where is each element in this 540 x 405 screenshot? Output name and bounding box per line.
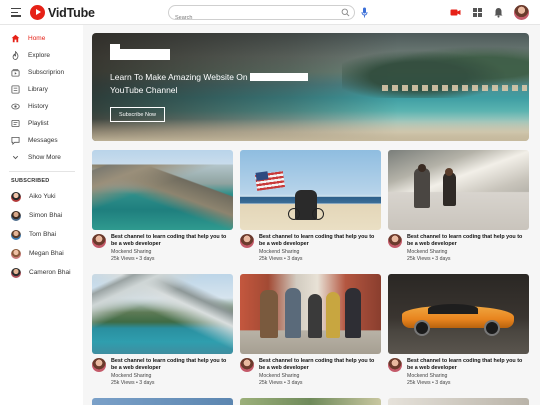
avatar bbox=[11, 268, 21, 278]
channel-name[interactable]: Mockend Sharing bbox=[111, 249, 151, 255]
video-thumbnail[interactable] bbox=[240, 274, 381, 354]
subscription-item[interactable]: Cameron Bhai bbox=[0, 266, 83, 280]
video-thumbnail[interactable] bbox=[388, 150, 529, 230]
video-thumbnail[interactable] bbox=[240, 398, 381, 405]
subscription-item[interactable]: Simon Bhai bbox=[0, 209, 83, 223]
subscription-item[interactable]: Tom Bhai bbox=[0, 228, 83, 242]
channel-name[interactable]: Mockend Sharing bbox=[259, 373, 299, 379]
video-meta: 25k Views • 3 days bbox=[259, 256, 303, 262]
subscribe-button[interactable]: Subscribe Now bbox=[110, 107, 165, 122]
avatar bbox=[11, 192, 21, 202]
explore-icon bbox=[12, 50, 19, 60]
sidebar-item-show-more[interactable]: Show More bbox=[0, 149, 83, 165]
subscriptions-icon bbox=[11, 68, 20, 77]
search-icon[interactable] bbox=[341, 8, 350, 17]
sidebar-item-messages[interactable]: Messages bbox=[0, 132, 83, 148]
video-thumbnail[interactable] bbox=[388, 398, 529, 405]
subscription-item[interactable]: Megan Bhai bbox=[0, 247, 83, 261]
video-card[interactable]: Best channel to learn coding that help y… bbox=[388, 150, 529, 274]
avatar bbox=[11, 211, 21, 221]
banner-title: Learn To Make Amazing Website On YouTube… bbox=[110, 71, 340, 97]
video-meta: 25k Views • 3 days bbox=[111, 256, 155, 262]
video-card[interactable]: Best channel to learn coding that help y… bbox=[92, 150, 233, 274]
subscribed-heading: SUBSCRIBED bbox=[11, 178, 50, 184]
chevron-down-icon bbox=[12, 155, 19, 159]
logo[interactable]: VidTube bbox=[30, 4, 95, 21]
channel-name[interactable]: Mockend Sharing bbox=[259, 249, 299, 255]
messages-icon bbox=[11, 136, 20, 145]
video-thumbnail[interactable] bbox=[92, 150, 233, 230]
divider bbox=[9, 171, 75, 172]
video-card[interactable]: Best channel to learn coding that help y… bbox=[388, 274, 529, 398]
hero-banner: Learn To Make Amazing Website On YouTube… bbox=[92, 33, 529, 141]
avatar[interactable] bbox=[388, 358, 402, 372]
video-meta: 25k Views • 3 days bbox=[111, 380, 155, 386]
video-title[interactable]: Best channel to learn coding that help y… bbox=[111, 234, 233, 248]
video-title[interactable]: Best channel to learn coding that help y… bbox=[407, 234, 529, 248]
video-card[interactable]: Best channel to learn coding that help y… bbox=[240, 150, 381, 274]
video-meta: 25k Views • 3 days bbox=[407, 256, 451, 262]
sidebar-item-playlist[interactable]: Playlist bbox=[0, 115, 83, 131]
sidebar-item-explore[interactable]: Explore bbox=[0, 47, 83, 63]
avatar[interactable] bbox=[388, 234, 402, 248]
avatar[interactable] bbox=[240, 358, 254, 372]
channel-name[interactable]: Mockend Sharing bbox=[407, 373, 447, 379]
menu-icon[interactable] bbox=[11, 8, 21, 17]
play-logo-icon bbox=[30, 5, 45, 20]
channel-name[interactable]: Mockend Sharing bbox=[407, 249, 447, 255]
video-title[interactable]: Best channel to learn coding that help y… bbox=[259, 358, 381, 372]
brand-name: VidTube bbox=[48, 5, 95, 20]
video-thumbnail[interactable] bbox=[240, 150, 381, 230]
top-bar: VidTube bbox=[0, 0, 540, 25]
mic-icon[interactable] bbox=[361, 7, 368, 18]
library-icon bbox=[11, 84, 20, 94]
video-thumbnail[interactable] bbox=[92, 398, 233, 405]
history-icon bbox=[11, 103, 20, 109]
video-thumbnail[interactable] bbox=[92, 274, 233, 354]
search-input[interactable] bbox=[169, 11, 329, 25]
subscription-item[interactable]: Aiko Yuki bbox=[0, 190, 83, 204]
home-icon bbox=[11, 34, 20, 42]
avatar[interactable] bbox=[240, 234, 254, 248]
redacted-text bbox=[249, 73, 308, 81]
playlist-icon bbox=[11, 119, 20, 127]
notification-bell-icon[interactable] bbox=[493, 7, 504, 18]
banner-beach bbox=[92, 119, 529, 141]
video-card[interactable]: Best channel to learn coding that help y… bbox=[240, 274, 381, 398]
avatar bbox=[11, 230, 21, 240]
avatar bbox=[11, 249, 21, 259]
video-upload-icon[interactable] bbox=[450, 7, 461, 18]
video-title[interactable]: Best channel to learn coding that help y… bbox=[111, 358, 233, 372]
video-meta: 25k Views • 3 days bbox=[259, 380, 303, 386]
user-avatar[interactable] bbox=[514, 5, 529, 20]
avatar[interactable] bbox=[92, 358, 106, 372]
banner-logo bbox=[110, 44, 170, 60]
sidebar-item-history[interactable]: History bbox=[0, 98, 83, 114]
apps-grid-icon[interactable] bbox=[472, 7, 483, 18]
avatar[interactable] bbox=[92, 234, 106, 248]
video-thumbnail[interactable] bbox=[388, 274, 529, 354]
sidebar: Home Explore Subscriprion Library Histor… bbox=[0, 25, 83, 405]
video-title[interactable]: Best channel to learn coding that help y… bbox=[259, 234, 381, 248]
channel-name[interactable]: Mockend Sharing bbox=[111, 373, 151, 379]
video-title[interactable]: Best channel to learn coding that help y… bbox=[407, 358, 529, 372]
banner-huts bbox=[382, 85, 527, 91]
sidebar-item-home[interactable]: Home bbox=[0, 30, 83, 46]
video-card[interactable]: Best channel to learn coding that help y… bbox=[92, 274, 233, 398]
search-box bbox=[168, 5, 355, 25]
sidebar-item-subscription[interactable]: Subscriprion bbox=[0, 64, 83, 80]
video-meta: 25k Views • 3 days bbox=[407, 380, 451, 386]
sidebar-item-library[interactable]: Library bbox=[0, 81, 83, 97]
